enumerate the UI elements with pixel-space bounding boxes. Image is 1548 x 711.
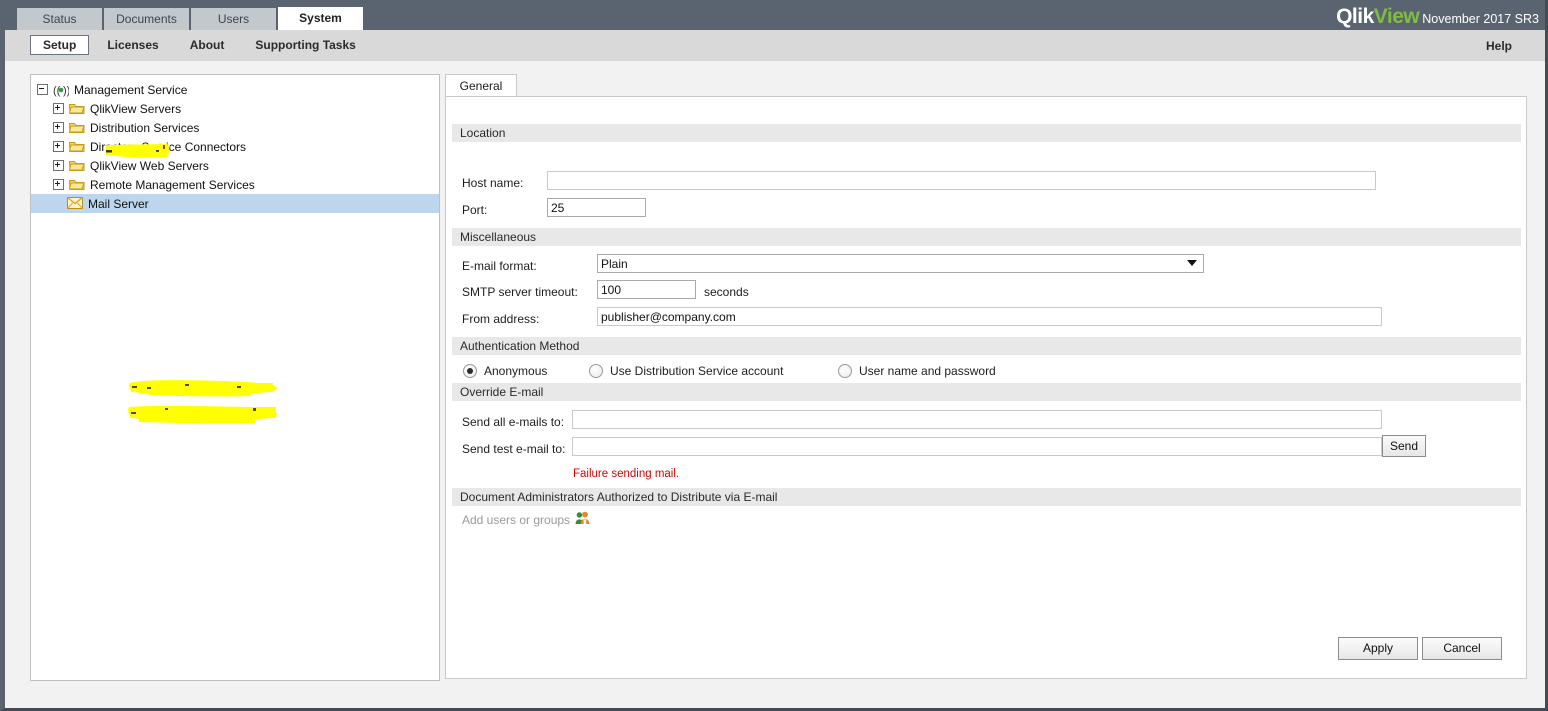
sub-tab-about[interactable]: About xyxy=(177,35,238,55)
logo-qlik-text: Qlik xyxy=(1336,5,1374,28)
settings-pane: General Location Host name: Port: Miscel… xyxy=(445,74,1527,679)
envelope-icon xyxy=(67,196,83,211)
tree-node-directory-service-connectors[interactable]: Directory Service Connectors xyxy=(31,137,439,156)
version-label: November 2017 SR3 xyxy=(1422,12,1539,26)
qlikview-management-console: Status Documents Users System QlikView No… xyxy=(0,0,1548,711)
main-tab-status[interactable]: Status xyxy=(17,8,102,30)
add-users-label: Add users or groups xyxy=(462,512,571,527)
users-icon xyxy=(575,511,590,528)
port-label: Port: xyxy=(462,203,488,217)
expand-plus-icon[interactable] xyxy=(53,122,64,133)
port-input[interactable] xyxy=(547,198,646,217)
tree-node-remote-management-services[interactable]: Remote Management Services xyxy=(31,175,439,194)
email-format-value: Plain xyxy=(601,257,628,271)
radio-dot-icon xyxy=(838,364,852,378)
expand-plus-icon[interactable] xyxy=(53,103,64,114)
section-header-location: Location xyxy=(452,124,1521,142)
tree-node-label: QlikView Web Servers xyxy=(90,158,209,173)
radio-dot-icon xyxy=(589,364,603,378)
tree-node-label: Distribution Services xyxy=(90,120,200,135)
smtp-timeout-input[interactable] xyxy=(597,280,696,299)
host-name-label: Host name: xyxy=(462,176,524,190)
tab-general[interactable]: General xyxy=(445,74,517,97)
smtp-timeout-label: SMTP server timeout: xyxy=(462,285,578,299)
send-all-emails-input[interactable] xyxy=(572,410,1382,429)
folder-icon xyxy=(69,121,85,135)
qlikview-logo: QlikView November 2017 SR3 xyxy=(1336,5,1539,29)
main-tab-users[interactable]: Users xyxy=(191,8,276,30)
broadcast-icon: (( )) xyxy=(53,83,69,97)
folder-icon xyxy=(69,178,85,192)
content-area: (( )) Management Service QlikView Server… xyxy=(5,61,1545,708)
collapse-minus-icon[interactable] xyxy=(37,84,48,95)
radio-label: Use Distribution Service account xyxy=(610,364,784,378)
cancel-button[interactable]: Cancel xyxy=(1422,637,1502,660)
main-tab-bar: Status Documents Users System xyxy=(17,7,365,30)
section-header-miscellaneous: Miscellaneous xyxy=(452,228,1521,246)
radio-user-name-and-password[interactable]: User name and password xyxy=(838,364,996,378)
from-address-label: From address: xyxy=(462,312,540,326)
email-format-select[interactable]: Plain xyxy=(597,254,1204,273)
folder-icon xyxy=(69,140,85,154)
tree-node-distribution-services[interactable]: Distribution Services xyxy=(31,118,439,137)
radio-use-distribution-service-account[interactable]: Use Distribution Service account xyxy=(589,364,783,378)
expand-plus-icon[interactable] xyxy=(53,141,64,152)
sub-tab-licenses[interactable]: Licenses xyxy=(94,35,171,55)
main-tab-documents[interactable]: Documents xyxy=(104,8,189,30)
from-address-input[interactable] xyxy=(597,307,1382,326)
section-header-override-email: Override E-mail xyxy=(452,383,1521,401)
smtp-timeout-unit: seconds xyxy=(704,285,749,299)
tree-node-mail-server[interactable]: Mail Server xyxy=(31,194,439,213)
tree-node-qlikview-web-servers[interactable]: QlikView Web Servers xyxy=(31,156,439,175)
help-link[interactable]: Help xyxy=(1486,39,1512,53)
main-tab-system[interactable]: System xyxy=(278,7,363,30)
tree-node-label: Management Service xyxy=(74,82,188,97)
radio-label: Anonymous xyxy=(484,364,548,378)
send-all-emails-label: Send all e-mails to: xyxy=(462,415,565,429)
host-name-input[interactable] xyxy=(547,171,1376,190)
tree-node-label: Mail Server xyxy=(88,196,149,211)
sub-tab-setup[interactable]: Setup xyxy=(30,35,90,55)
send-test-email-input[interactable] xyxy=(572,437,1382,456)
send-test-email-button[interactable]: Send xyxy=(1382,435,1426,457)
folder-icon xyxy=(69,159,85,173)
tree-node-label: Directory Service Connectors xyxy=(90,139,247,154)
sub-tab-list: Setup Licenses About Supporting Tasks xyxy=(30,35,374,55)
tree-node-label: Remote Management Services xyxy=(90,177,255,192)
folder-icon xyxy=(69,102,85,116)
tree-node-label: QlikView Servers xyxy=(90,101,182,116)
logo-view-text: View xyxy=(1373,5,1420,28)
top-header-bar: Status Documents Users System QlikView No… xyxy=(5,0,1545,30)
add-users-or-groups-button[interactable]: Add users or groups xyxy=(462,511,590,528)
radio-label: User name and password xyxy=(859,364,996,378)
apply-button[interactable]: Apply xyxy=(1338,637,1418,660)
expand-plus-icon[interactable] xyxy=(53,179,64,190)
navigation-tree-panel: (( )) Management Service QlikView Server… xyxy=(30,74,440,681)
section-header-authentication-method: Authentication Method xyxy=(452,337,1521,355)
sub-tab-bar: Setup Licenses About Supporting Tasks He… xyxy=(5,30,1545,62)
tree-node-qlikview-servers[interactable]: QlikView Servers xyxy=(31,99,439,118)
send-test-email-label: Send test e-mail to: xyxy=(462,442,566,456)
radio-dot-icon xyxy=(463,364,477,378)
email-format-label: E-mail format: xyxy=(462,259,537,273)
svg-text:)): )) xyxy=(63,85,69,97)
section-header-document-administrators: Document Administrators Authorized to Di… xyxy=(452,488,1521,506)
tree-node-management-service[interactable]: (( )) Management Service xyxy=(31,80,439,99)
radio-anonymous[interactable]: Anonymous xyxy=(463,364,547,378)
chevron-down-icon xyxy=(1187,260,1197,266)
sub-tab-supporting-tasks[interactable]: Supporting Tasks xyxy=(242,35,368,55)
expand-plus-icon[interactable] xyxy=(53,160,64,171)
send-mail-error-message: Failure sending mail. xyxy=(573,468,680,480)
general-settings-panel: Location Host name: Port: Miscellaneous … xyxy=(445,96,1527,679)
